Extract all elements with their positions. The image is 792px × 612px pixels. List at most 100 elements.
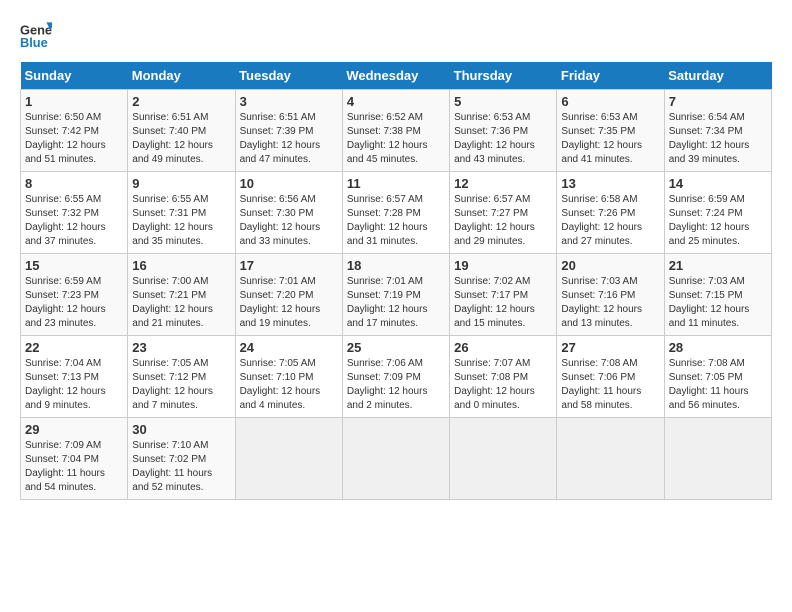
calendar-cell: 14 Sunrise: 6:59 AMSunset: 7:24 PMDaylig… (664, 172, 771, 254)
calendar-header: SundayMondayTuesdayWednesdayThursdayFrid… (21, 62, 772, 90)
week-row-2: 15 Sunrise: 6:59 AMSunset: 7:23 PMDaylig… (21, 254, 772, 336)
calendar-cell: 20 Sunrise: 7:03 AMSunset: 7:16 PMDaylig… (557, 254, 664, 336)
calendar-cell: 5 Sunrise: 6:53 AMSunset: 7:36 PMDayligh… (450, 90, 557, 172)
calendar-cell: 2 Sunrise: 6:51 AMSunset: 7:40 PMDayligh… (128, 90, 235, 172)
day-info: Sunrise: 7:07 AMSunset: 7:08 PMDaylight:… (454, 358, 535, 411)
day-number: 27 (561, 340, 659, 355)
calendar-cell (235, 418, 342, 500)
calendar-cell: 28 Sunrise: 7:08 AMSunset: 7:05 PMDaylig… (664, 336, 771, 418)
calendar-cell: 7 Sunrise: 6:54 AMSunset: 7:34 PMDayligh… (664, 90, 771, 172)
day-number: 8 (25, 176, 123, 191)
calendar-cell: 3 Sunrise: 6:51 AMSunset: 7:39 PMDayligh… (235, 90, 342, 172)
calendar-cell: 22 Sunrise: 7:04 AMSunset: 7:13 PMDaylig… (21, 336, 128, 418)
calendar-cell (664, 418, 771, 500)
day-info: Sunrise: 6:53 AMSunset: 7:36 PMDaylight:… (454, 112, 535, 165)
week-row-1: 8 Sunrise: 6:55 AMSunset: 7:32 PMDayligh… (21, 172, 772, 254)
header-thursday: Thursday (450, 62, 557, 90)
day-info: Sunrise: 6:59 AMSunset: 7:23 PMDaylight:… (25, 276, 106, 329)
calendar-cell: 12 Sunrise: 6:57 AMSunset: 7:27 PMDaylig… (450, 172, 557, 254)
day-number: 6 (561, 94, 659, 109)
logo-icon: General Blue (20, 20, 52, 52)
day-info: Sunrise: 7:05 AMSunset: 7:12 PMDaylight:… (132, 358, 213, 411)
day-number: 3 (240, 94, 338, 109)
day-number: 23 (132, 340, 230, 355)
header-friday: Friday (557, 62, 664, 90)
day-info: Sunrise: 7:09 AMSunset: 7:04 PMDaylight:… (25, 440, 105, 493)
day-info: Sunrise: 6:54 AMSunset: 7:34 PMDaylight:… (669, 112, 750, 165)
calendar-cell: 16 Sunrise: 7:00 AMSunset: 7:21 PMDaylig… (128, 254, 235, 336)
calendar-cell (557, 418, 664, 500)
day-info: Sunrise: 7:03 AMSunset: 7:15 PMDaylight:… (669, 276, 750, 329)
day-info: Sunrise: 6:57 AMSunset: 7:28 PMDaylight:… (347, 194, 428, 247)
day-info: Sunrise: 6:55 AMSunset: 7:32 PMDaylight:… (25, 194, 106, 247)
week-row-4: 29 Sunrise: 7:09 AMSunset: 7:04 PMDaylig… (21, 418, 772, 500)
day-number: 26 (454, 340, 552, 355)
calendar-cell: 8 Sunrise: 6:55 AMSunset: 7:32 PMDayligh… (21, 172, 128, 254)
calendar-cell: 4 Sunrise: 6:52 AMSunset: 7:38 PMDayligh… (342, 90, 449, 172)
day-number: 12 (454, 176, 552, 191)
day-number: 21 (669, 258, 767, 273)
day-info: Sunrise: 7:06 AMSunset: 7:09 PMDaylight:… (347, 358, 428, 411)
header-sunday: Sunday (21, 62, 128, 90)
day-number: 14 (669, 176, 767, 191)
day-number: 13 (561, 176, 659, 191)
header-monday: Monday (128, 62, 235, 90)
day-info: Sunrise: 6:51 AMSunset: 7:40 PMDaylight:… (132, 112, 213, 165)
calendar-cell: 18 Sunrise: 7:01 AMSunset: 7:19 PMDaylig… (342, 254, 449, 336)
day-info: Sunrise: 6:55 AMSunset: 7:31 PMDaylight:… (132, 194, 213, 247)
calendar-cell: 15 Sunrise: 6:59 AMSunset: 7:23 PMDaylig… (21, 254, 128, 336)
calendar-cell: 30 Sunrise: 7:10 AMSunset: 7:02 PMDaylig… (128, 418, 235, 500)
calendar-cell: 19 Sunrise: 7:02 AMSunset: 7:17 PMDaylig… (450, 254, 557, 336)
calendar-cell: 13 Sunrise: 6:58 AMSunset: 7:26 PMDaylig… (557, 172, 664, 254)
day-number: 2 (132, 94, 230, 109)
week-row-3: 22 Sunrise: 7:04 AMSunset: 7:13 PMDaylig… (21, 336, 772, 418)
calendar-cell (450, 418, 557, 500)
day-number: 4 (347, 94, 445, 109)
calendar-cell: 21 Sunrise: 7:03 AMSunset: 7:15 PMDaylig… (664, 254, 771, 336)
day-number: 19 (454, 258, 552, 273)
header-tuesday: Tuesday (235, 62, 342, 90)
header-row: SundayMondayTuesdayWednesdayThursdayFrid… (21, 62, 772, 90)
day-info: Sunrise: 6:58 AMSunset: 7:26 PMDaylight:… (561, 194, 642, 247)
calendar-cell: 27 Sunrise: 7:08 AMSunset: 7:06 PMDaylig… (557, 336, 664, 418)
logo: General Blue (20, 20, 58, 52)
calendar-cell: 6 Sunrise: 6:53 AMSunset: 7:35 PMDayligh… (557, 90, 664, 172)
day-info: Sunrise: 7:00 AMSunset: 7:21 PMDaylight:… (132, 276, 213, 329)
day-number: 11 (347, 176, 445, 191)
svg-text:Blue: Blue (20, 35, 48, 50)
day-info: Sunrise: 7:03 AMSunset: 7:16 PMDaylight:… (561, 276, 642, 329)
day-number: 22 (25, 340, 123, 355)
calendar-cell: 9 Sunrise: 6:55 AMSunset: 7:31 PMDayligh… (128, 172, 235, 254)
day-number: 25 (347, 340, 445, 355)
day-number: 1 (25, 94, 123, 109)
day-number: 7 (669, 94, 767, 109)
day-number: 9 (132, 176, 230, 191)
day-info: Sunrise: 7:05 AMSunset: 7:10 PMDaylight:… (240, 358, 321, 411)
calendar-body: 1 Sunrise: 6:50 AMSunset: 7:42 PMDayligh… (21, 90, 772, 500)
day-info: Sunrise: 6:52 AMSunset: 7:38 PMDaylight:… (347, 112, 428, 165)
calendar-cell: 29 Sunrise: 7:09 AMSunset: 7:04 PMDaylig… (21, 418, 128, 500)
calendar-cell: 10 Sunrise: 6:56 AMSunset: 7:30 PMDaylig… (235, 172, 342, 254)
week-row-0: 1 Sunrise: 6:50 AMSunset: 7:42 PMDayligh… (21, 90, 772, 172)
day-number: 20 (561, 258, 659, 273)
calendar-table: SundayMondayTuesdayWednesdayThursdayFrid… (20, 62, 772, 500)
day-number: 28 (669, 340, 767, 355)
day-info: Sunrise: 7:08 AMSunset: 7:06 PMDaylight:… (561, 358, 641, 411)
calendar-cell: 1 Sunrise: 6:50 AMSunset: 7:42 PMDayligh… (21, 90, 128, 172)
day-number: 15 (25, 258, 123, 273)
day-info: Sunrise: 6:57 AMSunset: 7:27 PMDaylight:… (454, 194, 535, 247)
calendar-cell: 17 Sunrise: 7:01 AMSunset: 7:20 PMDaylig… (235, 254, 342, 336)
calendar-cell: 24 Sunrise: 7:05 AMSunset: 7:10 PMDaylig… (235, 336, 342, 418)
day-info: Sunrise: 6:56 AMSunset: 7:30 PMDaylight:… (240, 194, 321, 247)
day-info: Sunrise: 7:10 AMSunset: 7:02 PMDaylight:… (132, 440, 212, 493)
calendar-cell: 25 Sunrise: 7:06 AMSunset: 7:09 PMDaylig… (342, 336, 449, 418)
header-saturday: Saturday (664, 62, 771, 90)
day-number: 24 (240, 340, 338, 355)
day-info: Sunrise: 6:51 AMSunset: 7:39 PMDaylight:… (240, 112, 321, 165)
day-info: Sunrise: 7:01 AMSunset: 7:20 PMDaylight:… (240, 276, 321, 329)
day-info: Sunrise: 7:04 AMSunset: 7:13 PMDaylight:… (25, 358, 106, 411)
day-info: Sunrise: 6:53 AMSunset: 7:35 PMDaylight:… (561, 112, 642, 165)
day-info: Sunrise: 7:01 AMSunset: 7:19 PMDaylight:… (347, 276, 428, 329)
day-info: Sunrise: 6:59 AMSunset: 7:24 PMDaylight:… (669, 194, 750, 247)
calendar-cell (342, 418, 449, 500)
